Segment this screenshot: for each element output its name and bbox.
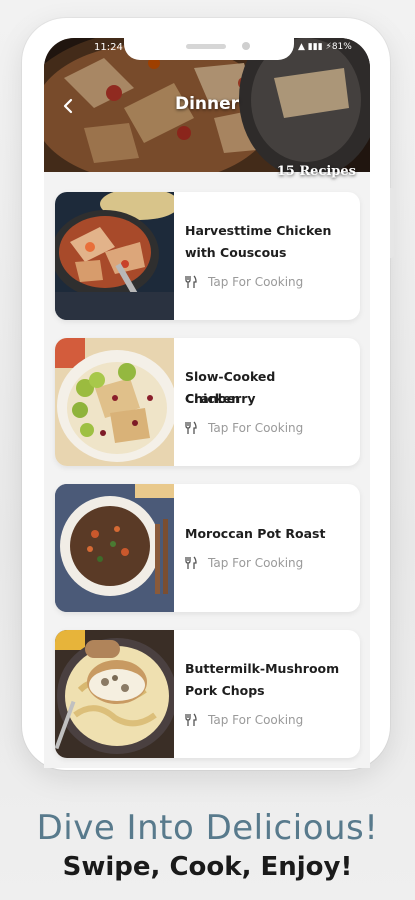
recipe-thumbnail [55,338,174,466]
page-title: Dinner [174,94,240,114]
fork-knife-icon [185,556,197,569]
cta-label: Tap For Cooking [208,275,304,289]
recipe-count: 15 Recipes [276,164,356,179]
recipe-thumbnail [55,484,174,612]
recipe-title: Buttermilk-Mushroom [185,661,340,676]
phone-notch [124,38,294,60]
recipe-thumbnail [55,192,174,320]
phone-frame: 11:24 ▲ ▮▮▮ ⚡81% Dinner 15 Recipes Harve… [22,18,394,770]
fork-knife-icon [185,713,197,726]
recipe-card[interactable]: Harvesttime Chicken with Couscous Tap Fo… [55,192,360,320]
tap-for-cooking-link[interactable]: Tap For Cooking [185,275,303,289]
cta-label: Tap For Cooking [208,421,304,435]
tap-for-cooking-link[interactable]: Tap For Cooking [185,713,303,727]
recipe-card[interactable]: Slow-Cooked Cranberry Chicken Tap For Co… [55,338,360,466]
promo-tagline: Dive Into Delicious! [36,808,379,848]
promo-subline: Swipe, Cook, Enjoy! [62,852,353,882]
recipe-card[interactable]: Buttermilk-Mushroom Pork Chops Tap For C… [55,630,360,758]
recipe-title-line2: Pork Chops [185,683,265,698]
recipe-card[interactable]: Moroccan Pot Roast Tap For Cooking [55,484,360,612]
fork-knife-icon [185,421,197,434]
app-screen: 11:24 ▲ ▮▮▮ ⚡81% Dinner 15 Recipes Harve… [44,38,370,768]
tap-for-cooking-link[interactable]: Tap For Cooking [185,421,303,435]
tap-for-cooking-link[interactable]: Tap For Cooking [185,556,303,570]
cta-label: Tap For Cooking [208,713,304,727]
recipe-title: Moroccan Pot Roast [185,526,326,541]
speaker-slot [186,44,226,49]
recipe-thumbnail [55,630,174,758]
cta-label: Tap For Cooking [208,556,304,570]
recipe-title-line2: with Couscous [185,245,287,260]
recipe-title: Harvesttime Chicken [185,223,332,238]
category-header: 11:24 ▲ ▮▮▮ ⚡81% Dinner [44,38,370,172]
phone-side-button [390,188,394,258]
status-indicators: ▲ ▮▮▮ ⚡81% [298,42,352,52]
status-time: 11:24 [94,42,123,53]
recipe-title-line2: Chicken [185,391,241,406]
fork-knife-icon [185,275,197,288]
front-camera [242,42,250,50]
